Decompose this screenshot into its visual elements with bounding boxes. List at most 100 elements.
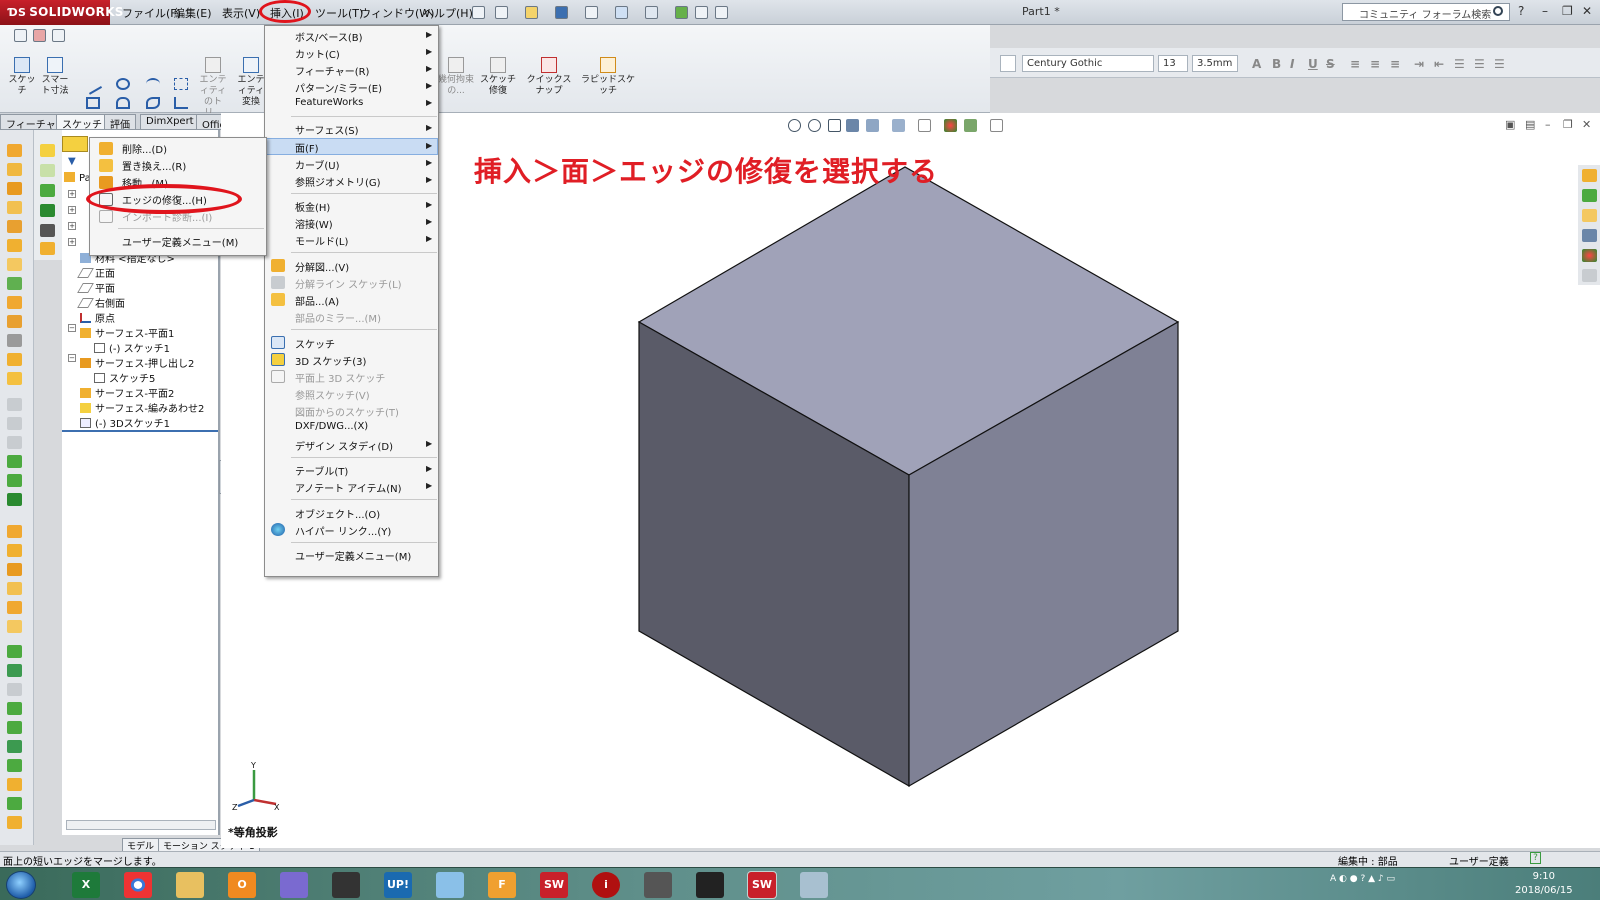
help-status-icon[interactable]: ?	[1530, 852, 1541, 864]
solidworks-resources-icon[interactable]	[1582, 169, 1597, 182]
submenu-arrow-icon: ▶	[426, 464, 433, 473]
submenu-arrow-icon: ▶	[426, 98, 433, 107]
menu-item-pattern-mirror[interactable]: パターン/ミラー(E)	[295, 80, 382, 95]
exploded-view-icon	[271, 259, 285, 272]
menu-item-mirror-part[interactable]: 部品のミラー...(M)	[295, 310, 381, 325]
menu-item-sketch[interactable]: スケッチ	[295, 336, 335, 351]
status-bar: 面上の短いエッジをマージします。 編集中 : 部品 ユーザー定義 ?	[0, 851, 1600, 868]
excel-icon[interactable]: X	[72, 872, 100, 898]
3d-sketch-icon	[271, 353, 285, 366]
menu-item-boss-base[interactable]: ボス/ベース(B)	[295, 29, 363, 44]
status-editing: 編集中 : 部品	[1338, 857, 1398, 868]
submenu-arrow-icon: ▶	[426, 481, 433, 490]
submenu-arrow-icon: ▶	[426, 158, 433, 167]
menu-item-face-highlight[interactable]	[266, 138, 438, 155]
taskbar-clock[interactable]: 9:10 2018/06/15	[1515, 870, 1573, 898]
menu-item-sheet-metal[interactable]: 板金(H)	[295, 199, 330, 214]
app-paper-icon[interactable]	[436, 872, 464, 898]
submenu-item-replace[interactable]: 置き換え...(R)	[122, 158, 186, 173]
menu-separator	[291, 116, 437, 117]
menu-item-hyperlink[interactable]: ハイパー リンク...(Y)	[295, 523, 391, 538]
menu-item-exploded-view[interactable]: 分解図...(V)	[295, 259, 349, 274]
view-palette-icon[interactable]	[1582, 229, 1597, 242]
menu-item-curve[interactable]: カーブ(U)	[295, 157, 340, 172]
menu-item-reference-geometry[interactable]: 参照ジオメトリ(G)	[295, 174, 381, 189]
submenu-item-customize-menu[interactable]: ユーザー定義メニュー(M)	[122, 234, 238, 249]
rhino-icon[interactable]	[696, 872, 724, 898]
task-pane-tabs	[1578, 165, 1600, 285]
menu-item-dxf-dwg[interactable]: DXF/DWG...(X)	[295, 421, 368, 432]
windows-taskbar: X O UP! F SW i SW A ◐ ● ? ▲ ♪ ▭ 9:10 201…	[0, 867, 1600, 900]
submenu-arrow-icon: ▶	[426, 141, 433, 150]
submenu-arrow-icon: ▶	[426, 175, 433, 184]
menu-separator	[118, 228, 264, 229]
menu-item-annotations[interactable]: アノテート アイテム(N)	[295, 480, 402, 495]
submenu-arrow-icon: ▶	[426, 64, 433, 73]
menu-item-surface[interactable]: サーフェス(S)	[295, 122, 359, 137]
import-diagnostics-icon	[99, 210, 113, 223]
triad-z-axis	[237, 798, 255, 808]
menu-item-customize-menu[interactable]: ユーザー定義メニュー(M)	[295, 548, 411, 563]
menu-item-derived-sketch[interactable]: 参照スケッチ(V)	[295, 387, 370, 402]
menu-separator	[291, 457, 437, 458]
status-units[interactable]: ユーザー定義	[1449, 853, 1509, 868]
fusion-icon[interactable]: F	[488, 872, 516, 898]
instruction-annotation: 挿入＞面＞エッジの修復を選択する	[474, 155, 939, 188]
replace-face-icon	[99, 159, 113, 172]
view-orientation-label: *等角投影	[228, 826, 278, 839]
menu-item-features[interactable]: フィーチャー(R)	[295, 63, 369, 78]
solidworks-window: ƊS SOLIDWORKS ファイル(F) 編集(E) 表示(V) 挿入(I) ツ…	[0, 0, 1600, 900]
hyperlink-globe-icon	[271, 523, 285, 536]
explorer-folder-icon[interactable]	[176, 872, 204, 898]
outlook-icon[interactable]: O	[228, 872, 256, 898]
system-tray[interactable]: A ◐ ● ? ▲ ♪ ▭	[1330, 874, 1395, 884]
part-icon	[271, 293, 285, 306]
app-tool-icon[interactable]	[332, 872, 360, 898]
menu-item-tables[interactable]: テーブル(T)	[295, 463, 348, 478]
submenu-arrow-icon: ▶	[426, 439, 433, 448]
up-printer-icon[interactable]: UP!	[384, 872, 412, 898]
triad-z-label: Z	[232, 803, 238, 810]
menu-separator	[291, 499, 437, 500]
gimp-icon[interactable]	[644, 872, 672, 898]
menu-item-design-study[interactable]: デザイン スタディ(D)	[295, 438, 393, 453]
menu-item-cut[interactable]: カット(C)	[295, 46, 340, 61]
menu-separator	[291, 542, 437, 543]
start-button[interactable]	[6, 871, 36, 899]
menu-item-3d-sketch[interactable]: 3D スケッチ(3)	[295, 353, 366, 368]
menu-item-weldments[interactable]: 溶接(W)	[295, 216, 333, 231]
menu-item-explode-line-sketch[interactable]: 分解ライン スケッチ(L)	[295, 276, 402, 291]
triad-x-axis	[253, 798, 277, 806]
file-explorer-icon[interactable]	[1582, 209, 1597, 222]
submenu-arrow-icon: ▶	[426, 123, 433, 132]
submenu-arrow-icon: ▶	[426, 234, 433, 243]
reference-triad: Y X Z	[232, 761, 280, 810]
menu-item-face[interactable]: 面(F)	[295, 140, 319, 155]
custom-properties-icon[interactable]	[1582, 269, 1597, 282]
insert-dropdown-menu: ボス/ベース(B) ▶ カット(C) ▶ フィーチャー(R) ▶ パターン/ミラー(E…	[264, 25, 439, 577]
submenu-item-delete[interactable]: 削除...(D)	[122, 141, 167, 156]
3d-sketch-on-plane-icon	[271, 370, 285, 383]
menu-separator	[291, 193, 437, 194]
design-library-icon[interactable]	[1582, 189, 1597, 202]
menu-separator	[291, 329, 437, 330]
submenu-arrow-icon: ▶	[426, 81, 433, 90]
delete-face-icon	[99, 142, 113, 155]
status-message: 面上の短いエッジをマージします。	[3, 857, 162, 868]
chrome-icon[interactable]	[124, 872, 152, 898]
menu-item-sketch-from-drawing[interactable]: 図面からのスケッチ(T)	[295, 404, 399, 419]
onenote-icon[interactable]	[280, 872, 308, 898]
appearances-icon[interactable]	[1582, 249, 1597, 262]
submenu-arrow-icon: ▶	[426, 30, 433, 39]
menu-item-object[interactable]: オブジェクト...(O)	[295, 506, 380, 521]
menu-item-part[interactable]: 部品...(A)	[295, 293, 339, 308]
solidworks-2-icon[interactable]: SW	[540, 872, 568, 898]
menu-item-3d-sketch-on-plane[interactable]: 平面上 3D スケッチ	[295, 370, 385, 385]
heal-edges-highlight-circle	[86, 184, 242, 214]
info-app-icon[interactable]: i	[592, 872, 620, 898]
menu-item-molds[interactable]: モールド(L)	[295, 233, 348, 248]
menu-separator	[291, 252, 437, 253]
solidworks-active-icon[interactable]: SW	[747, 871, 777, 899]
paint-icon[interactable]	[800, 872, 828, 898]
menu-item-featureworks[interactable]: FeatureWorks	[295, 97, 363, 108]
